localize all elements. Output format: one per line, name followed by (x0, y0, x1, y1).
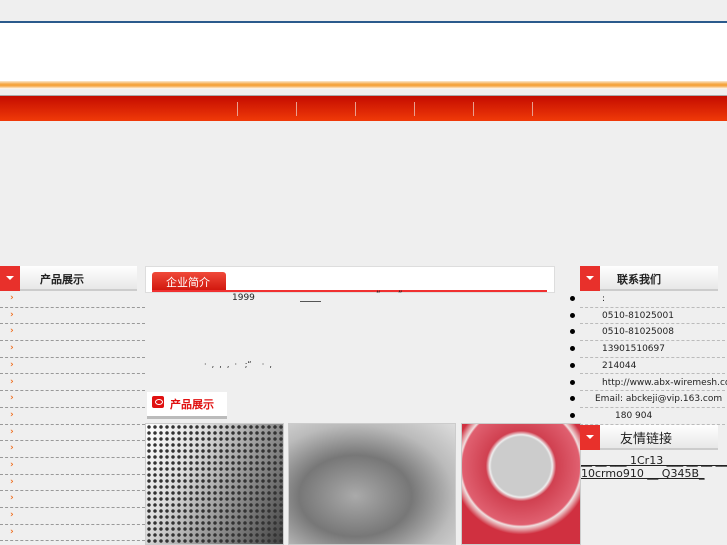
quote-marks: “ ” (376, 290, 403, 300)
header-accent-line (0, 81, 727, 89)
nav-separator (532, 102, 533, 116)
arrow-right-icon: › (10, 326, 14, 337)
contact-text: : (602, 294, 606, 304)
arrow-right-icon: › (10, 343, 14, 354)
arrow-right-icon: › (10, 476, 14, 487)
product-icon (152, 396, 164, 408)
nav-separator (473, 102, 474, 116)
caret-down-icon (580, 425, 600, 450)
arrow-right-icon: › (10, 293, 14, 303)
contact-item: 180 904 (570, 408, 725, 425)
site-header (0, 23, 727, 81)
product-category-item[interactable]: › (0, 358, 145, 375)
product-category-item[interactable]: › (0, 408, 145, 425)
contact-text: 0510-81025001 (602, 310, 674, 321)
nav-separator (355, 102, 356, 116)
arrow-right-icon: › (10, 409, 14, 420)
arrow-right-icon: › (10, 393, 14, 404)
product-category-item[interactable]: › (0, 425, 145, 442)
tab-underline (152, 290, 547, 292)
product-category-item[interactable]: › (0, 441, 145, 458)
bullet-icon (570, 396, 575, 402)
product-category-item[interactable]: › (0, 525, 145, 542)
friend-link[interactable]: 10crmo910 __ Q345B_ (581, 467, 705, 480)
bullet-icon (570, 379, 575, 385)
founded-year: 1999 (232, 293, 255, 303)
sidebar-title: 产品展示 (40, 273, 84, 286)
product-image-filter-discs[interactable] (461, 423, 581, 545)
contact-header: 联系我们 (580, 266, 718, 291)
contact-item: http://www.abx-wiremesh.com (570, 375, 727, 392)
nav-separator (296, 102, 297, 116)
contact-item: 0510-81025001 (570, 308, 725, 325)
contact-text[interactable]: http://www.abx-wiremesh.com (602, 378, 727, 388)
product-category-item[interactable]: › (0, 291, 145, 308)
arrow-right-icon: › (10, 493, 14, 504)
tab-label: 企业简介 (166, 276, 210, 289)
bullet-icon (570, 312, 575, 318)
product-sidebar-header: 产品展示 (0, 266, 137, 291)
contact-item: : (570, 291, 725, 308)
arrow-right-icon: › (10, 426, 14, 437)
product-category-item[interactable]: › (0, 491, 145, 509)
arrow-right-icon: › (10, 526, 14, 537)
bullet-icon (570, 329, 575, 335)
contact-title: 联系我们 (617, 273, 661, 286)
contact-item: Email: abckeji@vip.163.com (570, 391, 725, 408)
product-category-item[interactable]: › (0, 324, 145, 342)
contact-text: 0510-81025008 (602, 327, 674, 338)
bullet-icon (570, 296, 575, 301)
product-image-perforated-sheet[interactable] (145, 423, 284, 545)
arrow-right-icon: › (10, 309, 14, 320)
links-title: 友情链接 (620, 432, 673, 447)
caret-down-icon (580, 266, 600, 291)
arrow-right-icon: › (10, 359, 14, 370)
contact-item: 214044 (570, 358, 725, 375)
main-nav (0, 95, 727, 121)
products-title: 产品展示 (170, 398, 214, 411)
contact-item: 13901510697 (570, 341, 725, 358)
friend-link[interactable]: __ __ ___ 1Cr13 ___ __ __ ___ (581, 454, 727, 467)
bullet-icon (570, 412, 575, 418)
text-link[interactable] (300, 301, 321, 302)
product-category-item[interactable]: › (0, 391, 145, 408)
contact-text: 13901510697 (602, 344, 665, 355)
contact-item: 0510-81025008 (570, 324, 725, 342)
product-category-item[interactable]: › (0, 308, 145, 325)
product-category-item[interactable]: › (0, 375, 145, 392)
arrow-right-icon: › (10, 510, 14, 521)
intro-punctuation: · , , , · ;“ · , (204, 360, 272, 369)
caret-down-icon (0, 266, 20, 291)
product-image-mesh-tubes[interactable] (288, 423, 456, 545)
bullet-icon (570, 346, 575, 352)
arrow-right-icon: › (10, 460, 14, 470)
arrow-right-icon: › (10, 376, 14, 387)
bullet-icon (570, 362, 575, 368)
nav-separator (237, 102, 238, 116)
links-header: 友情链接 (580, 425, 718, 450)
contact-text: 180 904 (615, 410, 653, 421)
tab-company-intro[interactable]: 企业简介 (152, 272, 226, 291)
contact-text: 214044 (602, 360, 637, 371)
nav-separator (414, 102, 415, 116)
product-category-item[interactable]: › (0, 475, 145, 492)
product-category-item[interactable]: › (0, 508, 145, 525)
product-category-item[interactable]: › (0, 458, 145, 475)
contact-text[interactable]: Email: abckeji@vip.163.com (595, 394, 722, 404)
products-header: 产品展示 (147, 392, 227, 419)
product-category-item[interactable]: › (0, 341, 145, 358)
arrow-right-icon: › (10, 443, 14, 454)
